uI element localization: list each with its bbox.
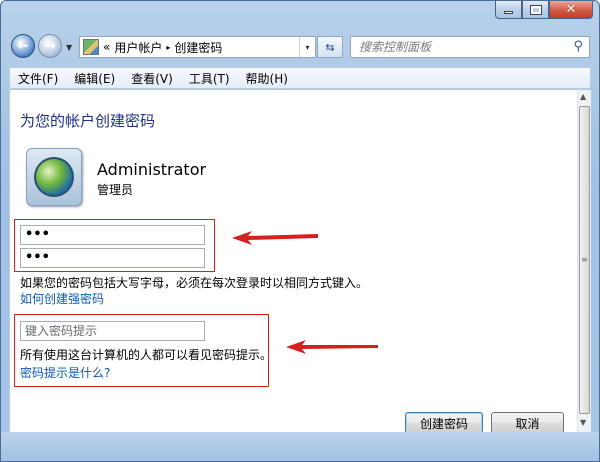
create-password-button[interactable]: 创建密码 xyxy=(405,412,483,434)
search-box[interactable]: ⚲ xyxy=(350,36,590,58)
password-hint-input[interactable] xyxy=(25,322,204,340)
refresh-icon: ⇆ xyxy=(325,40,335,54)
forward-arrow-icon: → xyxy=(44,38,56,54)
caption-buttons: ✕ xyxy=(495,1,593,19)
caps-lock-note: 如果您的密码包括大写字母，必须在每次登录时以相同方式键入。 xyxy=(20,276,369,290)
back-button[interactable]: ← xyxy=(11,34,35,58)
vertical-scrollbar[interactable]: ▲ ≡ ▼ xyxy=(577,90,591,432)
forward-button[interactable]: → xyxy=(38,34,62,58)
window-bottom-frame xyxy=(1,432,599,461)
navigation-bar: ← → ▼ « 用户帐户 ▸ 创建密码 ▾ ⇆ ⚲ xyxy=(1,29,599,65)
cancel-button[interactable]: 取消 xyxy=(491,412,564,434)
breadcrumb-user-accounts[interactable]: 用户帐户 xyxy=(114,39,162,56)
user-name: Administrator xyxy=(97,160,207,179)
search-input[interactable] xyxy=(359,40,559,54)
address-bar[interactable]: « 用户帐户 ▸ 创建密码 ▾ xyxy=(79,36,316,58)
recent-pages-button[interactable]: ▼ xyxy=(66,43,72,52)
password-hint-field[interactable] xyxy=(20,321,205,341)
breadcrumb-separator-icon[interactable]: ▸ xyxy=(166,43,170,52)
menu-bar: 文件(F) 编辑(E) 查看(V) 工具(T) 帮助(H) xyxy=(9,67,591,89)
hint-visibility-note: 所有使用这台计算机的人都可以看见密码提示。 xyxy=(20,348,273,362)
user-picture-icon xyxy=(34,157,74,197)
content-pane: 为您的帐户创建密码 Administrator 管理员 ••• ••• 如果您的… xyxy=(9,90,577,434)
maximize-button[interactable] xyxy=(522,1,549,19)
grip-icon: ≡ xyxy=(581,255,588,264)
menu-view[interactable]: 查看(V) xyxy=(131,70,173,87)
page-title: 为您的帐户创建密码 xyxy=(20,112,156,130)
search-icon[interactable]: ⚲ xyxy=(573,39,583,54)
control-panel-window: ✕ ← → ▼ « 用户帐户 ▸ 创建密码 ▾ ⇆ ⚲ 文件(F) 编辑(E) … xyxy=(0,0,600,462)
strong-password-link[interactable]: 如何创建强密码 xyxy=(20,290,104,307)
breadcrumb-create-password[interactable]: 创建密码 xyxy=(174,39,222,56)
maximize-icon xyxy=(529,4,542,15)
menu-file[interactable]: 文件(F) xyxy=(18,70,58,87)
refresh-button[interactable]: ⇆ xyxy=(317,36,343,58)
scrollbar-thumb[interactable]: ≡ xyxy=(579,106,590,414)
menu-edit[interactable]: 编辑(E) xyxy=(74,70,115,87)
minimize-button[interactable] xyxy=(495,1,522,19)
scroll-down-icon[interactable]: ▼ xyxy=(580,418,586,427)
address-dropdown-button[interactable]: ▾ xyxy=(299,37,315,57)
address-overflow[interactable]: « xyxy=(103,40,110,54)
scroll-up-icon[interactable]: ▲ xyxy=(580,92,586,101)
back-arrow-icon: ← xyxy=(17,38,29,54)
control-panel-icon xyxy=(83,39,99,55)
annotation-arrow-password xyxy=(232,231,318,245)
minimize-icon xyxy=(504,11,513,14)
chevron-down-icon: ▼ xyxy=(66,43,73,52)
close-icon: ✕ xyxy=(565,2,577,17)
user-role: 管理员 xyxy=(97,183,134,197)
what-is-hint-link[interactable]: 密码提示是什么? xyxy=(20,364,110,381)
annotation-arrow-hint xyxy=(286,340,378,354)
avatar xyxy=(26,148,82,206)
new-password-field[interactable]: ••• xyxy=(20,225,205,245)
close-button[interactable]: ✕ xyxy=(549,1,593,19)
menu-help[interactable]: 帮助(H) xyxy=(246,70,288,87)
menu-tools[interactable]: 工具(T) xyxy=(189,70,230,87)
confirm-password-field[interactable]: ••• xyxy=(20,248,205,268)
